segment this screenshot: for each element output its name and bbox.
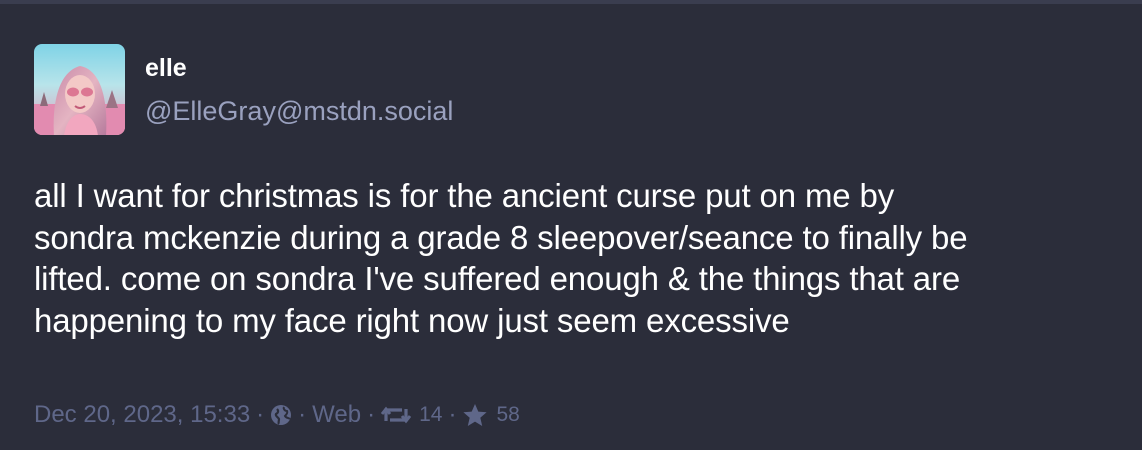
avatar-image	[34, 44, 125, 135]
post-screenshot: elle @ElleGray@mstdn.social all I want f…	[0, 0, 1142, 450]
meta-separator: ·	[298, 401, 307, 428]
boost-icon[interactable]	[381, 404, 412, 426]
meta-separator: ·	[367, 401, 376, 428]
post-timestamp[interactable]: Dec 20, 2023, 15:33	[34, 401, 250, 429]
globe-icon	[270, 404, 292, 426]
avatar[interactable]	[34, 44, 125, 135]
post-meta-bar: Dec 20, 2023, 15:33 · · Web · 14 · 58	[34, 398, 520, 432]
post-content: all I want for christmas is for the anci…	[34, 175, 1124, 341]
client-label: Web	[312, 401, 362, 428]
meta-separator: ·	[448, 401, 457, 428]
post-card: elle @ElleGray@mstdn.social all I want f…	[0, 4, 1142, 450]
display-name[interactable]: elle	[145, 54, 187, 83]
meta-separator: ·	[256, 401, 265, 428]
post-content-line: all I want for christmas is for the anci…	[34, 177, 895, 214]
star-icon[interactable]	[462, 403, 488, 428]
account-handle[interactable]: @ElleGray@mstdn.social	[145, 96, 453, 127]
post-content-line: sondra mckenzie during a grade 8 sleepov…	[34, 218, 968, 256]
favourite-count: 58	[496, 403, 520, 426]
post-content-line: happening to my face right now just seem…	[34, 301, 790, 339]
boost-count: 14	[419, 403, 443, 426]
post-content-line: lifted. come on sondra I've suffered eno…	[34, 260, 961, 297]
